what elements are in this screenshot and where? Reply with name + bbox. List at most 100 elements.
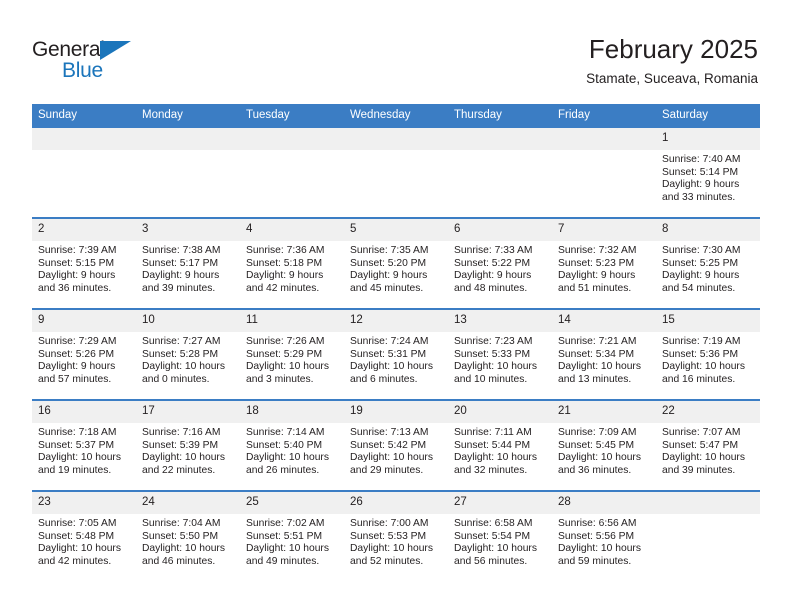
daylight-text-line1: Daylight: 9 hours — [454, 270, 532, 282]
calendar-day-cell[interactable]: 22 Sunrise: 7:07 AM Sunset: 5:47 PM Dayligh… — [656, 399, 760, 491]
sunset-text: Sunset: 5:29 PM — [246, 348, 323, 360]
calendar-day-cell[interactable]: 26 Sunrise: 7:00 AM Sunset: 5:53 PM Dayligh… — [344, 490, 448, 581]
day-number: 16 — [32, 401, 136, 423]
daylight-text-line2: and 29 minutes. — [350, 464, 424, 476]
weekday-header-tuesday: Tuesday — [240, 104, 344, 128]
calendar-day-cell[interactable]: 4 Sunrise: 7:36 AM Sunset: 5:18 PM Daylight… — [240, 217, 344, 309]
sunrise-text: Sunrise: 7:36 AM — [246, 245, 325, 256]
day-number — [656, 492, 760, 514]
calendar-day-cell[interactable]: 7 Sunrise: 7:32 AM Sunset: 5:23 PM Daylight… — [552, 217, 656, 309]
sunset-text: Sunset: 5:18 PM — [246, 257, 323, 269]
calendar-page: General Blue February 2025 Stamate, Suce… — [0, 0, 792, 612]
daylight-text-line1: Daylight: 10 hours — [454, 543, 537, 555]
calendar-day-cell[interactable]: 11 Sunrise: 7:26 AM Sunset: 5:29 PM Dayligh… — [240, 308, 344, 400]
sunrise-text: Sunrise: 7:13 AM — [350, 427, 429, 438]
day-details — [240, 150, 344, 154]
calendar-day-cell[interactable] — [32, 128, 136, 218]
daylight-text-line1: Daylight: 9 hours — [558, 270, 636, 282]
calendar-day-cell[interactable]: 8 Sunrise: 7:30 AM Sunset: 5:25 PM Daylight… — [656, 217, 760, 309]
day-number: 3 — [136, 219, 240, 241]
sunrise-text: Sunrise: 7:14 AM — [246, 427, 325, 438]
daylight-text-line1: Daylight: 9 hours — [38, 361, 116, 373]
daylight-text-line2: and 6 minutes. — [350, 373, 418, 385]
daylight-text-line2: and 3 minutes. — [246, 373, 314, 385]
daylight-text-line2: and 52 minutes. — [350, 555, 424, 567]
calendar-day-cell[interactable]: 19 Sunrise: 7:13 AM Sunset: 5:42 PM Dayligh… — [344, 399, 448, 491]
day-number: 19 — [344, 401, 448, 423]
daylight-text-line1: Daylight: 9 hours — [662, 270, 740, 282]
sunset-text: Sunset: 5:48 PM — [38, 530, 115, 542]
calendar-week-row: 9 Sunrise: 7:29 AM Sunset: 5:26 PM Daylight… — [32, 308, 760, 400]
day-details: Sunrise: 7:40 AM Sunset: 5:14 PM Daylight:… — [656, 150, 760, 204]
day-details — [656, 514, 760, 518]
calendar-day-cell[interactable]: 25 Sunrise: 7:02 AM Sunset: 5:51 PM Dayligh… — [240, 490, 344, 581]
daylight-text-line2: and 42 minutes. — [38, 555, 112, 567]
day-number: 15 — [656, 310, 760, 332]
weekday-header-saturday: Saturday — [656, 104, 760, 128]
day-number — [448, 128, 552, 150]
calendar-day-cell[interactable]: 28 Sunrise: 6:56 AM Sunset: 5:56 PM Dayligh… — [552, 490, 656, 581]
sunset-text: Sunset: 5:47 PM — [662, 439, 739, 451]
daylight-text-line2: and 33 minutes. — [662, 191, 736, 203]
calendar-day-cell[interactable]: 24 Sunrise: 7:04 AM Sunset: 5:50 PM Dayligh… — [136, 490, 240, 581]
calendar-day-cell[interactable]: 2 Sunrise: 7:39 AM Sunset: 5:15 PM Daylight… — [32, 217, 136, 309]
sunrise-text: Sunrise: 7:32 AM — [558, 245, 637, 256]
day-number: 9 — [32, 310, 136, 332]
sunrise-text: Sunrise: 7:21 AM — [558, 336, 637, 347]
day-details: Sunrise: 7:07 AM Sunset: 5:47 PM Daylight:… — [656, 423, 760, 477]
calendar-day-cell[interactable] — [656, 490, 760, 581]
calendar-day-cell[interactable]: 27 Sunrise: 6:58 AM Sunset: 5:54 PM Dayligh… — [448, 490, 552, 581]
calendar-day-cell[interactable]: 18 Sunrise: 7:14 AM Sunset: 5:40 PM Dayligh… — [240, 399, 344, 491]
calendar-day-cell[interactable]: 21 Sunrise: 7:09 AM Sunset: 5:45 PM Dayligh… — [552, 399, 656, 491]
calendar-day-cell[interactable]: 13 Sunrise: 7:23 AM Sunset: 5:33 PM Dayligh… — [448, 308, 552, 400]
calendar-day-cell[interactable]: 6 Sunrise: 7:33 AM Sunset: 5:22 PM Daylight… — [448, 217, 552, 309]
day-number: 14 — [552, 310, 656, 332]
sunset-text: Sunset: 5:23 PM — [558, 257, 635, 269]
day-details: Sunrise: 7:21 AM Sunset: 5:34 PM Daylight:… — [552, 332, 656, 386]
calendar-day-cell[interactable] — [136, 128, 240, 218]
daylight-text-line2: and 54 minutes. — [662, 282, 736, 294]
day-details: Sunrise: 7:30 AM Sunset: 5:25 PM Daylight:… — [656, 241, 760, 295]
calendar-week-row: 16 Sunrise: 7:18 AM Sunset: 5:37 PM Dayligh… — [32, 399, 760, 491]
calendar-day-cell[interactable]: 15 Sunrise: 7:19 AM Sunset: 5:36 PM Dayligh… — [656, 308, 760, 400]
day-number: 2 — [32, 219, 136, 241]
calendar-day-cell[interactable]: 16 Sunrise: 7:18 AM Sunset: 5:37 PM Dayligh… — [32, 399, 136, 491]
sunrise-text: Sunrise: 7:26 AM — [246, 336, 325, 347]
calendar-day-cell[interactable]: 3 Sunrise: 7:38 AM Sunset: 5:17 PM Daylight… — [136, 217, 240, 309]
calendar-day-cell[interactable] — [344, 128, 448, 218]
day-number — [240, 128, 344, 150]
calendar-day-cell[interactable]: 10 Sunrise: 7:27 AM Sunset: 5:28 PM Dayligh… — [136, 308, 240, 400]
calendar-day-cell[interactable]: 5 Sunrise: 7:35 AM Sunset: 5:20 PM Daylight… — [344, 217, 448, 309]
daylight-text-line1: Daylight: 10 hours — [350, 452, 433, 464]
daylight-text-line2: and 16 minutes. — [662, 373, 736, 385]
sunrise-text: Sunrise: 7:19 AM — [662, 336, 741, 347]
calendar-day-cell[interactable]: 9 Sunrise: 7:29 AM Sunset: 5:26 PM Daylight… — [32, 308, 136, 400]
sunset-text: Sunset: 5:15 PM — [38, 257, 115, 269]
calendar-day-cell[interactable]: 23 Sunrise: 7:05 AM Sunset: 5:48 PM Dayligh… — [32, 490, 136, 581]
daylight-text-line2: and 10 minutes. — [454, 373, 528, 385]
day-details: Sunrise: 7:05 AM Sunset: 5:48 PM Daylight:… — [32, 514, 136, 568]
day-number: 23 — [32, 492, 136, 514]
calendar-day-cell[interactable]: 1 Sunrise: 7:40 AM Sunset: 5:14 PM Daylight… — [656, 128, 760, 218]
calendar-day-cell[interactable] — [448, 128, 552, 218]
calendar-day-cell[interactable]: 12 Sunrise: 7:24 AM Sunset: 5:31 PM Dayligh… — [344, 308, 448, 400]
sunrise-text: Sunrise: 7:30 AM — [662, 245, 741, 256]
calendar-day-cell[interactable]: 17 Sunrise: 7:16 AM Sunset: 5:39 PM Dayligh… — [136, 399, 240, 491]
calendar-week-row: 1 Sunrise: 7:40 AM Sunset: 5:14 PM Daylight… — [32, 128, 760, 218]
calendar-day-cell[interactable] — [240, 128, 344, 218]
day-number: 24 — [136, 492, 240, 514]
day-number: 22 — [656, 401, 760, 423]
daylight-text-line2: and 57 minutes. — [38, 373, 112, 385]
sunrise-text: Sunrise: 7:35 AM — [350, 245, 429, 256]
day-details — [32, 150, 136, 154]
sunrise-text: Sunrise: 7:29 AM — [38, 336, 117, 347]
day-details — [552, 150, 656, 154]
calendar-day-cell[interactable]: 20 Sunrise: 7:11 AM Sunset: 5:44 PM Dayligh… — [448, 399, 552, 491]
calendar-day-cell[interactable] — [552, 128, 656, 218]
sunrise-text: Sunrise: 7:07 AM — [662, 427, 741, 438]
day-details: Sunrise: 7:04 AM Sunset: 5:50 PM Daylight:… — [136, 514, 240, 568]
calendar-day-cell[interactable]: 14 Sunrise: 7:21 AM Sunset: 5:34 PM Dayligh… — [552, 308, 656, 400]
day-details: Sunrise: 7:16 AM Sunset: 5:39 PM Daylight:… — [136, 423, 240, 477]
daylight-text-line2: and 56 minutes. — [454, 555, 528, 567]
day-number: 10 — [136, 310, 240, 332]
